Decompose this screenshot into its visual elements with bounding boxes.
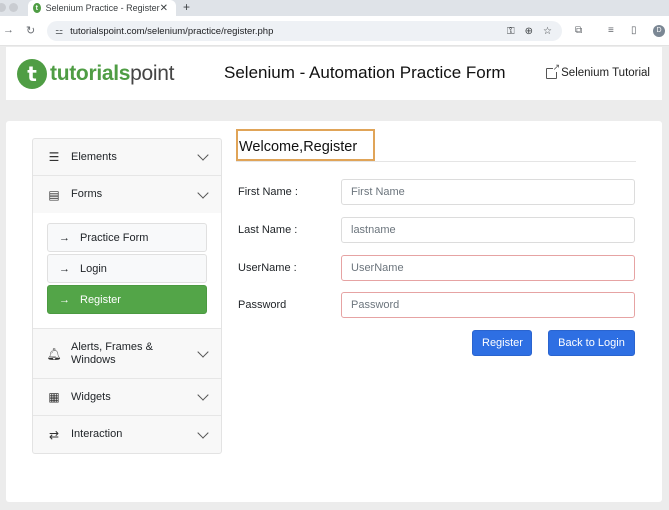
accordion-label: Forms [71, 188, 103, 200]
chevron-down-icon [197, 345, 209, 358]
logo-text-light: point [130, 62, 175, 85]
window-close-control[interactable] [0, 3, 6, 12]
heading-divider [236, 161, 636, 162]
forms-submenu: → Practice Form → Login → Register [33, 213, 221, 329]
window-minimize-control[interactable] [9, 3, 18, 12]
browser-tab-active[interactable]: t Selenium Practice - Register ✕ [28, 0, 176, 16]
arrow-right-icon: → [59, 231, 70, 244]
password-key-icon[interactable]: ⚿ [507, 26, 515, 37]
selenium-tutorial-label: Selenium Tutorial [561, 67, 650, 79]
external-link-icon [546, 62, 561, 79]
side-panel-icon[interactable]: ▯ [631, 25, 637, 36]
sidebar-item-login[interactable]: → Login [47, 254, 207, 283]
logo-text-bold: tutorials [50, 62, 131, 85]
site-settings-icon[interactable]: ⚍ [55, 26, 63, 37]
accordion-label: Widgets [71, 390, 111, 403]
username-input[interactable] [341, 255, 635, 281]
swap-arrows-icon: ⇄ [48, 427, 60, 442]
username-label: UserName : [238, 262, 297, 274]
logo-mark-icon: t [17, 59, 47, 89]
tutorialspoint-logo[interactable]: t tutorialspoint [17, 59, 175, 89]
sidebar-item-practice-form[interactable]: → Practice Form [47, 223, 207, 252]
zoom-icon[interactable]: ⊕ [525, 26, 533, 37]
page-title: Selenium - Automation Practice Form [224, 63, 506, 82]
sidebar-accordion: ☰ Elements ▤ Forms → Practice Form → Log… [32, 138, 222, 454]
chevron-down-icon [197, 426, 209, 439]
register-button[interactable]: Register [472, 330, 532, 356]
sidebar-item-label: Practice Form [80, 231, 149, 244]
last-name-input[interactable] [341, 217, 635, 243]
reload-icon[interactable]: ↻ [26, 24, 35, 37]
new-tab-button[interactable]: + [183, 0, 190, 16]
accordion-forms[interactable]: ▤ Forms [33, 176, 221, 213]
accordion-label: Interaction [71, 428, 123, 440]
sidebar-item-label: Register [80, 293, 121, 306]
chevron-down-icon [197, 389, 209, 401]
tab-title: Selenium Practice - Register [45, 3, 160, 13]
last-name-label: Last Name : [238, 224, 298, 236]
first-name-row: First Name : [236, 179, 636, 205]
address-bar[interactable]: ⚍ tutorialspoint.com/selenium/practice/r… [47, 21, 562, 41]
arrow-right-icon: → [59, 293, 70, 306]
tutorialspoint-favicon-icon: t [33, 3, 41, 13]
widgets-grid-icon: ▦ [48, 390, 60, 404]
form-list-icon: ▤ [48, 187, 60, 202]
logo-text: tutorialspoint [50, 62, 175, 86]
accordion-label: Alerts, Frames & Windows [71, 340, 153, 366]
main-content-card: ☰ Elements ▤ Forms → Practice Form → Log… [6, 121, 662, 502]
url-text[interactable]: tutorialspoint.com/selenium/practice/reg… [70, 26, 507, 37]
browser-toolbar: → ↻ ⚍ tutorialspoint.com/selenium/practi… [0, 16, 669, 46]
chevron-down-icon [197, 186, 209, 199]
first-name-label: First Name : [238, 186, 298, 198]
accordion-elements[interactable]: ☰ Elements [33, 139, 221, 176]
accordion-alerts-frames-windows[interactable]: 🔔︎ Alerts, Frames & Windows [33, 329, 221, 379]
profile-avatar[interactable]: D [653, 25, 665, 37]
selenium-tutorial-link[interactable]: Selenium Tutorial [546, 62, 650, 79]
arrow-right-icon: → [59, 262, 70, 275]
reading-list-icon[interactable]: ≡ [608, 25, 614, 36]
username-row: UserName : [236, 255, 636, 281]
tab-close-icon[interactable]: ✕ [160, 3, 168, 14]
browser-tabstrip: t Selenium Practice - Register ✕ + [0, 0, 669, 16]
sidebar-item-label: Login [80, 262, 107, 275]
sidebar-item-register[interactable]: → Register [47, 285, 207, 314]
bell-icon: 🔔︎ [46, 346, 62, 361]
accordion-interaction[interactable]: ⇄ Interaction [33, 416, 221, 453]
page-header: t tutorialspoint Selenium - Automation P… [6, 47, 662, 100]
back-to-login-button[interactable]: Back to Login [548, 330, 635, 356]
password-input[interactable] [341, 292, 635, 318]
form-heading: Welcome,Register [239, 139, 358, 155]
chevron-down-icon [197, 149, 209, 161]
last-name-row: Last Name : [236, 217, 636, 243]
password-label: Password [238, 299, 287, 311]
back-arrow-icon[interactable]: → [3, 24, 14, 36]
bookmark-star-icon[interactable]: ☆ [543, 26, 552, 37]
accordion-widgets[interactable]: ▦ Widgets [33, 379, 221, 416]
first-name-input[interactable] [341, 179, 635, 205]
hamburger-list-icon: ☰ [48, 150, 60, 164]
extensions-icon[interactable]: ⧉ [575, 25, 582, 36]
accordion-label: Elements [71, 150, 117, 163]
password-row: Password [236, 292, 636, 318]
